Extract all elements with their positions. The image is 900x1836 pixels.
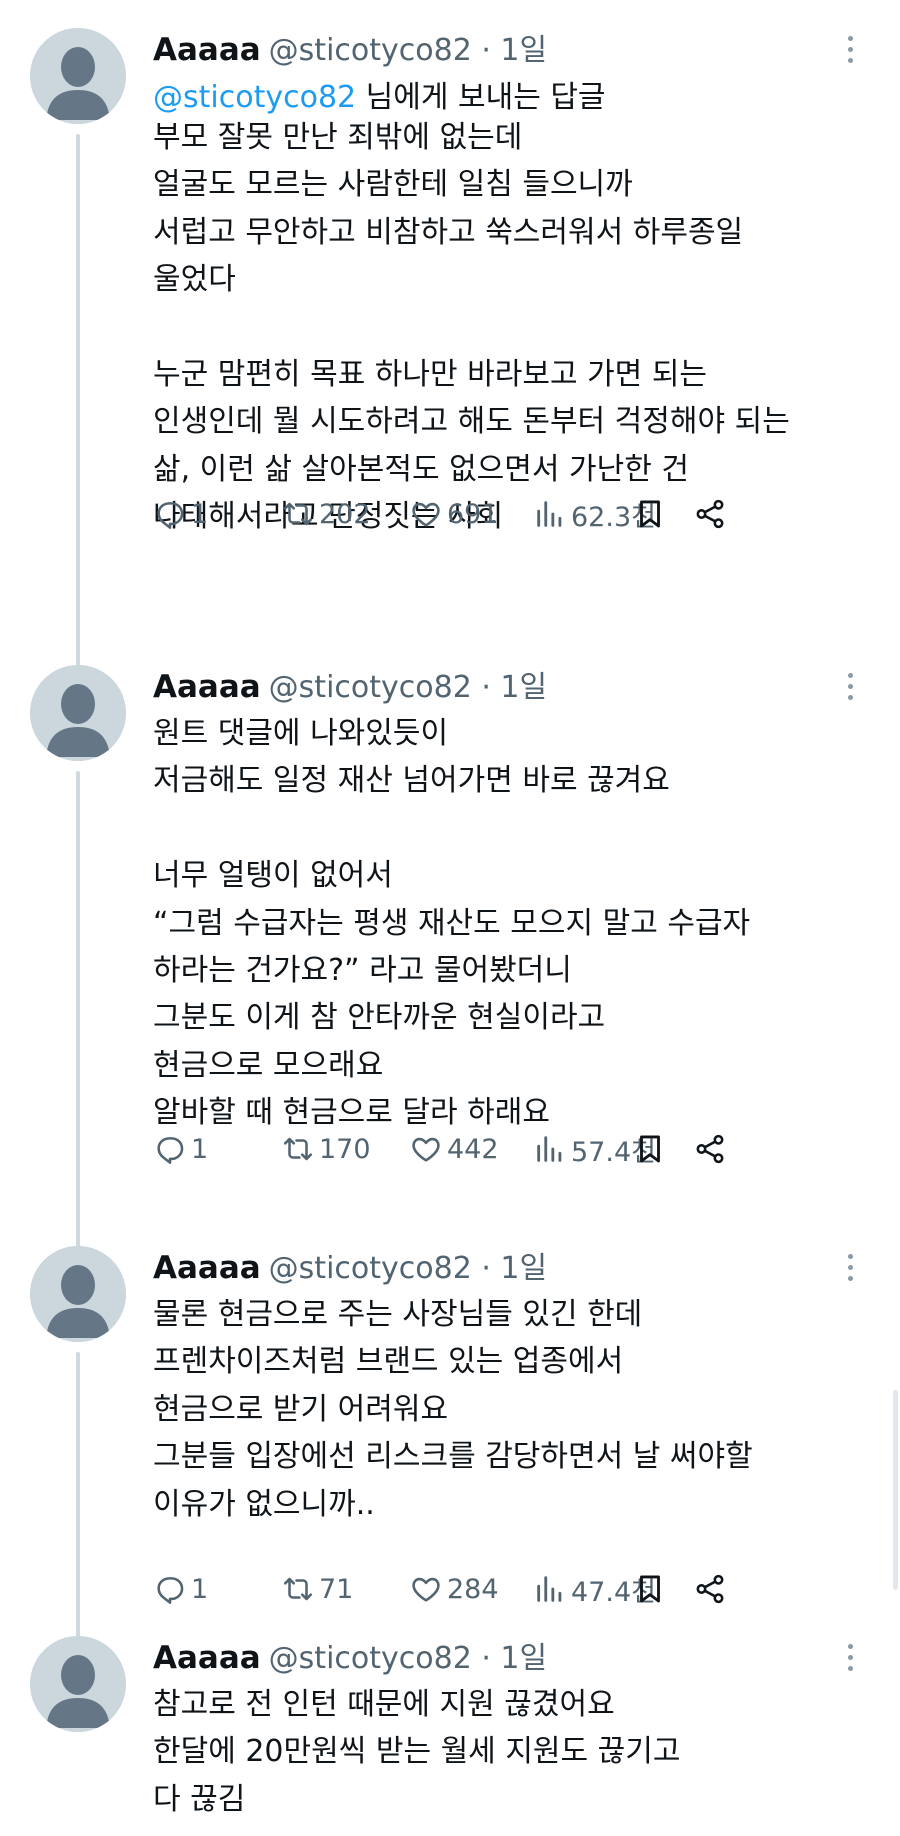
bookmark-icon <box>640 1575 660 1603</box>
action-bar: 1 170 442 57.4천 <box>153 1127 863 1171</box>
like-icon <box>412 1137 440 1162</box>
reply-count: 1 <box>191 1573 209 1605</box>
like-count: 691 <box>447 498 499 530</box>
avatar[interactable] <box>30 1636 126 1732</box>
retweet-count: 202 <box>319 498 371 530</box>
like-icon <box>412 502 440 527</box>
share-icon <box>696 1574 724 1604</box>
display-name[interactable]: Aaaaa <box>153 1640 261 1676</box>
reply-count: 1 <box>191 1133 209 1165</box>
views-icon <box>537 1576 562 1602</box>
retweet-button[interactable]: 170 <box>281 1127 371 1171</box>
retweet-icon <box>283 1137 313 1161</box>
handle-and-time[interactable]: @sticotyco82 · 1일 <box>269 670 547 705</box>
more-icon[interactable] <box>838 1640 862 1676</box>
action-bar: 1 202 691 62.3천 <box>153 492 863 536</box>
share-icon <box>696 499 724 529</box>
views-icon <box>537 1136 562 1162</box>
views-icon <box>537 501 562 527</box>
scrollbar[interactable] <box>893 1390 898 1590</box>
tweet-header: Aaaaa @sticotyco82 · 1일 <box>153 28 547 72</box>
tweet-text: 부모 잘못 만난 죄밖에 없는데 얼굴도 모르는 사람한테 일침 들으니까 서럽… <box>153 120 790 535</box>
share-button[interactable] <box>693 492 731 536</box>
default-avatar-icon <box>30 1636 126 1732</box>
bookmark-button[interactable] <box>633 1127 671 1171</box>
like-icon <box>412 1577 440 1602</box>
share-button[interactable] <box>693 1127 731 1171</box>
more-icon[interactable] <box>838 1250 862 1286</box>
bookmark-button[interactable] <box>633 1567 671 1611</box>
like-button[interactable]: 284 <box>409 1567 499 1611</box>
bookmark-button[interactable] <box>633 492 671 536</box>
mention-link[interactable]: @sticotyco82 <box>153 80 356 115</box>
action-bar: 1 71 284 47.4천 <box>153 1567 863 1611</box>
tweet-header: Aaaaa @sticotyco82 · 1일 <box>153 1246 547 1290</box>
avatar[interactable] <box>30 1246 126 1342</box>
retweet-button[interactable]: 71 <box>281 1567 353 1611</box>
tweet-header: Aaaaa @sticotyco82 · 1일 <box>153 665 547 709</box>
default-avatar-icon <box>30 28 126 124</box>
tweet-text: 물론 현금으로 주는 사장님들 있긴 한데 프렌차이즈처럼 브랜드 있는 업종에… <box>153 1297 753 1522</box>
reply-button[interactable]: 1 <box>153 1567 208 1611</box>
tweet-header: Aaaaa @sticotyco82 · 1일 <box>153 1636 547 1680</box>
reply-icon <box>157 1577 184 1604</box>
more-icon[interactable] <box>838 32 862 68</box>
bookmark-icon <box>640 500 660 528</box>
retweet-icon <box>283 1577 313 1601</box>
more-icon[interactable] <box>838 669 862 705</box>
display-name[interactable]: Aaaaa <box>153 669 261 705</box>
bookmark-icon <box>640 1135 660 1163</box>
reply-button[interactable]: 1 <box>153 1127 208 1171</box>
retweet-count: 170 <box>319 1133 371 1165</box>
thread-line <box>76 771 80 1311</box>
thread-line <box>76 1352 80 1640</box>
retweet-icon <box>283 502 313 526</box>
reply-icon <box>157 1137 184 1164</box>
avatar[interactable] <box>30 665 126 761</box>
reply-to-suffix: 님에게 보내는 답글 <box>356 80 606 115</box>
like-button[interactable]: 442 <box>409 1127 499 1171</box>
retweet-count: 71 <box>319 1573 354 1605</box>
default-avatar-icon <box>30 1246 126 1342</box>
display-name[interactable]: Aaaaa <box>153 32 261 68</box>
reply-button[interactable]: 1 <box>153 492 208 536</box>
like-button[interactable]: 691 <box>409 492 499 536</box>
handle-and-time[interactable]: @sticotyco82 · 1일 <box>269 1251 547 1286</box>
share-icon <box>696 1134 724 1164</box>
tweet-text: 참고로 전 인턴 때문에 지원 끊겼어요 한달에 20만원씩 받는 월세 지원도… <box>153 1687 681 1817</box>
default-avatar-icon <box>30 665 126 761</box>
like-count: 284 <box>447 1573 499 1605</box>
tweet-text: 원트 댓글에 나와있듯이 저금해도 일정 재산 넘어가면 바로 끊겨요 너무 얼… <box>153 716 751 1131</box>
like-count: 442 <box>447 1133 499 1165</box>
retweet-button[interactable]: 202 <box>281 492 371 536</box>
share-button[interactable] <box>693 1567 731 1611</box>
handle-and-time[interactable]: @sticotyco82 · 1일 <box>269 1641 547 1676</box>
handle-and-time[interactable]: @sticotyco82 · 1일 <box>269 33 547 68</box>
thread-line <box>76 134 80 684</box>
reply-count: 1 <box>191 498 209 530</box>
reply-icon <box>157 502 184 529</box>
avatar[interactable] <box>30 28 126 124</box>
display-name[interactable]: Aaaaa <box>153 1250 261 1286</box>
